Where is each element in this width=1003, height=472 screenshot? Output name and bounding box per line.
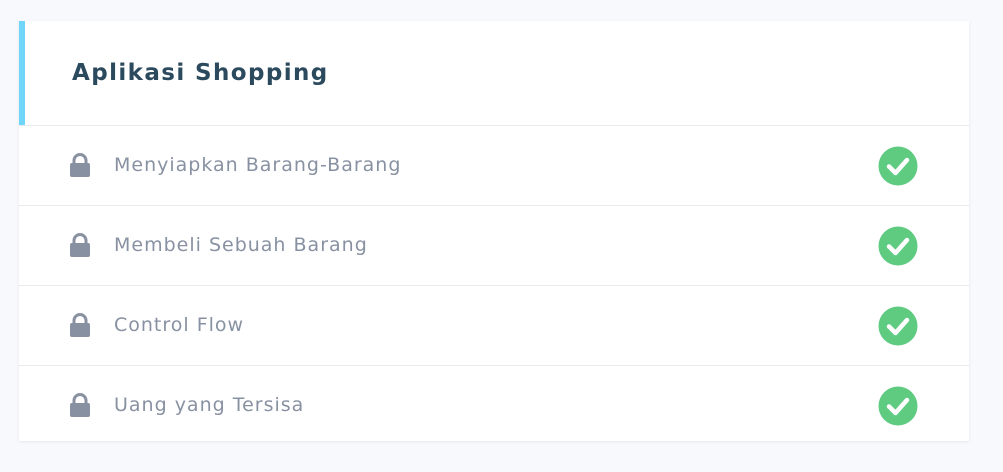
lock-icon xyxy=(70,313,90,337)
lesson-label: Menyiapkan Barang-Barang xyxy=(114,154,402,176)
lesson-item[interactable]: Uang yang Tersisa xyxy=(19,366,969,445)
lesson-card: Aplikasi Shopping Menyiapkan Barang-Bara… xyxy=(19,21,969,441)
card-title: Aplikasi Shopping xyxy=(72,60,329,86)
check-circle-icon xyxy=(878,306,918,346)
lock-icon xyxy=(70,233,90,257)
lesson-item[interactable]: Control Flow xyxy=(19,286,969,366)
header-accent-bar xyxy=(19,21,25,125)
lesson-item[interactable]: Menyiapkan Barang-Barang xyxy=(19,126,969,206)
check-circle-icon xyxy=(878,146,918,186)
lesson-item[interactable]: Membeli Sebuah Barang xyxy=(19,206,969,286)
check-circle-icon xyxy=(878,386,918,426)
lesson-label: Uang yang Tersisa xyxy=(114,394,305,416)
lesson-label: Membeli Sebuah Barang xyxy=(114,234,368,256)
lock-icon xyxy=(70,393,90,417)
lock-icon xyxy=(70,153,90,177)
card-header: Aplikasi Shopping xyxy=(19,21,969,126)
lesson-list: Menyiapkan Barang-Barang Membeli Sebuah … xyxy=(19,126,969,445)
check-circle-icon xyxy=(878,226,918,266)
lesson-label: Control Flow xyxy=(114,314,245,336)
